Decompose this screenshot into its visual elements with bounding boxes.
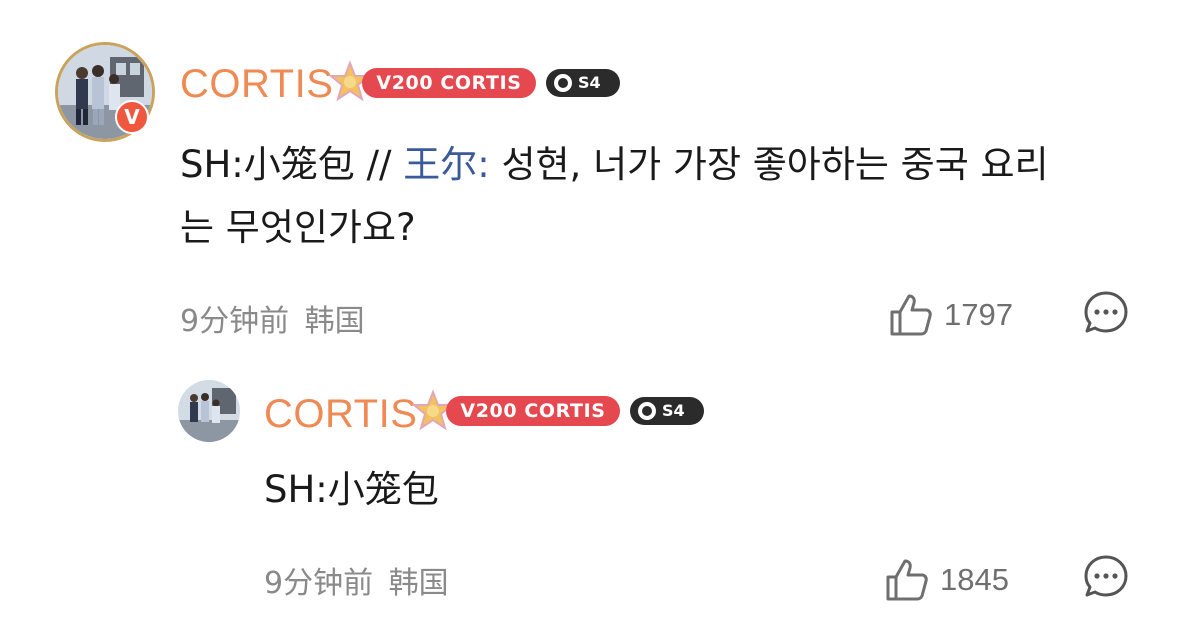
comment-text-prefix: SH:小笼包 // [180, 143, 404, 186]
comment-text: SH:小笼包 // 王尔: 성현, 너가 가장 좋아하는 중국 요리 는 무엇인… [180, 133, 1140, 259]
comment-text-line2: 는 무엇인가요? [180, 206, 416, 249]
thumbs-up-icon [886, 559, 928, 601]
comment-bubble-icon[interactable] [1082, 553, 1130, 601]
reply: CORTIS V200 CORTIS S4 SH:小笼包 9分钟前 韩国 184… [0, 360, 1200, 635]
comment-meta: 9分钟前 韩国 [180, 296, 365, 340]
comment-bubble-icon[interactable] [1082, 289, 1130, 337]
reply-location: 韩国 [388, 566, 449, 601]
username[interactable]: CORTIS [180, 62, 333, 107]
level-label: S4 [578, 73, 601, 92]
comment: V CORTIS V200 CORTIS S4 SH:小笼包 // 王尔: 성현… [0, 0, 1200, 360]
comment-time: 9分钟前 [180, 304, 290, 339]
thumbs-up-icon [890, 294, 932, 336]
reply-meta: 9分钟前 韩国 [264, 558, 449, 602]
vip-badge[interactable]: V200 CORTIS [362, 68, 536, 98]
level-ring-icon [638, 402, 656, 420]
like-count: 1797 [944, 297, 1013, 332]
level-ring-icon [554, 74, 572, 92]
verified-v-icon: V [115, 100, 149, 134]
reply-like-count: 1845 [940, 562, 1009, 597]
like-button[interactable]: 1797 [888, 292, 1013, 338]
comment-text-line1: SH:小笼包 // 王尔: 성현, 너가 가장 좋아하는 중국 요리 [180, 133, 1140, 196]
reply-username[interactable]: CORTIS [264, 392, 417, 437]
comment-text-rest: 성현, 너가 가장 좋아하는 중국 요리 [489, 143, 1049, 186]
avatar-wrapper[interactable]: V [55, 42, 155, 142]
reply-text: SH:小笼包 [264, 468, 439, 511]
reply-like-button[interactable]: 1845 [884, 557, 1009, 603]
comment-location: 韩国 [304, 304, 365, 339]
reply-level-label: S4 [662, 401, 685, 420]
mention-link[interactable]: 王尔: [403, 143, 489, 186]
reply-avatar[interactable] [178, 380, 240, 442]
level-badge[interactable]: S4 [546, 69, 620, 97]
reply-time: 9分钟前 [264, 566, 374, 601]
reply-vip-badge[interactable]: V200 CORTIS [446, 396, 620, 426]
reply-level-badge[interactable]: S4 [630, 397, 704, 425]
